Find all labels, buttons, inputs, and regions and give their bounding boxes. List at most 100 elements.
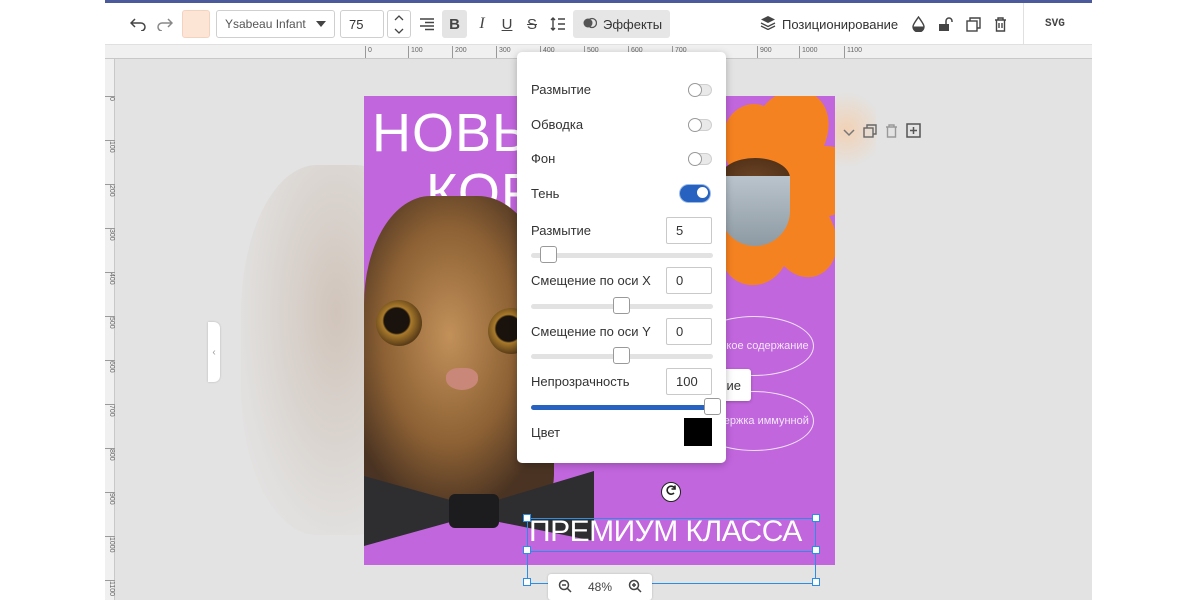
ruler-tick: 1100 — [105, 580, 115, 596]
strikethrough-button[interactable]: S — [521, 12, 543, 36]
ruler-tick: 1000 — [799, 46, 818, 58]
ruler-tick: 300 — [105, 228, 115, 241]
effects-label: Эффекты — [603, 16, 663, 32]
background-toggle[interactable] — [688, 151, 712, 166]
shadow-blur-slider[interactable] — [531, 246, 713, 263]
left-panel-toggle[interactable]: ‹ — [208, 322, 220, 382]
slider-knob[interactable] — [704, 398, 721, 415]
effects-icon — [583, 17, 598, 32]
italic-button[interactable]: I — [471, 12, 493, 36]
zoom-control: 48% — [548, 574, 652, 600]
effects-panel: Размытие Обводка Фон Тень Размытие 5 Сме… — [517, 52, 726, 463]
stroke-toggle[interactable] — [688, 117, 712, 132]
ruler-tick: 500 — [105, 316, 115, 329]
cat-nose — [446, 368, 478, 390]
svg-label: SVG — [1045, 18, 1065, 30]
rotate-handle[interactable] — [661, 482, 681, 502]
text-color-swatch[interactable] — [182, 10, 210, 38]
trash-icon[interactable] — [990, 12, 1010, 36]
effect-row-shadow: Тень — [531, 185, 712, 202]
chevron-down-icon — [316, 21, 326, 27]
layers-icon — [760, 15, 776, 33]
add-page-icon[interactable] — [906, 123, 921, 143]
font-size-input[interactable]: 75 — [340, 10, 384, 38]
trash-icon[interactable] — [885, 123, 898, 143]
resize-handle[interactable] — [812, 578, 820, 586]
ruler-tick: 200 — [452, 46, 467, 58]
editor-app: Ysabeau Infant 75 B I U S Эффекты Позици… — [105, 0, 1092, 600]
ruler-tick: 1000 — [105, 536, 115, 553]
effect-row-blur: Размытие — [531, 82, 712, 97]
toolbar: Ysabeau Infant 75 B I U S Эффекты Позици… — [105, 3, 1092, 45]
resize-handle[interactable] — [523, 578, 531, 586]
zoom-out-icon[interactable] — [558, 579, 572, 596]
outer-margin-right — [1092, 0, 1200, 600]
ruler-tick: 100 — [408, 46, 423, 58]
line-height-icon[interactable] — [547, 12, 569, 36]
align-right-icon[interactable] — [416, 12, 438, 36]
duplicate-icon[interactable] — [963, 12, 983, 36]
resize-handle[interactable] — [523, 546, 531, 554]
chevron-up-icon[interactable] — [388, 11, 410, 24]
ruler-tick: 0 — [365, 46, 372, 58]
opacity-slider[interactable] — [531, 398, 721, 415]
food-bowl — [720, 158, 790, 258]
slider-knob[interactable] — [613, 347, 630, 364]
duplicate-icon[interactable] — [863, 123, 877, 143]
effects-button[interactable]: Эффекты — [573, 10, 670, 38]
offset-y-input[interactable]: 0 — [666, 318, 712, 345]
opacity-drop-icon[interactable] — [908, 12, 928, 36]
shadow-blur-row: Размытие 5 — [531, 217, 712, 244]
selection-box — [527, 518, 816, 552]
ruler-tick: 700 — [105, 404, 115, 417]
chevron-down-icon[interactable] — [843, 124, 855, 142]
ruler-tick: 200 — [105, 184, 115, 197]
redo-icon[interactable] — [154, 12, 176, 36]
offset-y-slider[interactable] — [531, 347, 713, 364]
resize-handle[interactable] — [523, 514, 531, 522]
shadow-color-swatch[interactable] — [684, 418, 712, 446]
undo-icon[interactable] — [127, 12, 149, 36]
object-toolbar — [843, 123, 921, 143]
opacity-input[interactable]: 100 — [666, 368, 712, 395]
zoom-level: 48% — [587, 580, 613, 594]
resize-handle[interactable] — [812, 546, 820, 554]
opacity-row: Непрозрачность 100 — [531, 368, 712, 395]
ruler-tick: 900 — [757, 46, 772, 58]
vertical-ruler: 0 100 200 300 400 500 600 700 800 900 10… — [105, 59, 115, 600]
shadow-toggle[interactable] — [680, 185, 710, 202]
color-row: Цвет — [531, 418, 712, 446]
effect-row-stroke: Обводка — [531, 117, 712, 132]
offset-y-row: Смещение по оси Y 0 — [531, 318, 712, 345]
bold-icon: B — [449, 15, 460, 33]
chevron-down-icon[interactable] — [388, 24, 410, 37]
font-size-stepper[interactable] — [387, 10, 411, 38]
zoom-in-icon[interactable] — [628, 579, 642, 596]
ruler-tick: 1100 — [844, 46, 862, 58]
shadow-blur-input[interactable]: 5 — [666, 217, 712, 244]
offset-x-slider[interactable] — [531, 297, 713, 314]
background-label: Фон — [531, 151, 556, 166]
slider-knob[interactable] — [540, 246, 557, 263]
ruler-tick: 900 — [105, 492, 115, 505]
opacity-label: Непрозрачность — [531, 374, 630, 389]
font-family-select[interactable]: Ysabeau Infant — [216, 10, 335, 38]
stroke-label: Обводка — [531, 117, 584, 132]
offset-x-label: Смещение по оси X — [531, 273, 651, 288]
offset-x-row: Смещение по оси X 0 — [531, 267, 712, 294]
bold-button[interactable]: B — [442, 10, 467, 38]
svg-export-button[interactable]: SVG — [1045, 10, 1065, 38]
ruler-tick: 600 — [105, 360, 115, 373]
offset-x-input[interactable]: 0 — [666, 267, 712, 294]
outer-margin-left — [0, 0, 105, 600]
slider-knob[interactable] — [613, 297, 630, 314]
offset-y-label: Смещение по оси Y — [531, 324, 651, 339]
underline-button[interactable]: U — [496, 12, 518, 36]
font-family-value: Ysabeau Infant — [225, 17, 306, 31]
shadow-blur-label: Размытие — [531, 223, 592, 238]
blur-toggle[interactable] — [688, 82, 712, 97]
headline-line-1[interactable]: НОВЫ — [372, 104, 541, 162]
positioning-button[interactable]: Позиционирование — [760, 10, 898, 38]
unlock-icon[interactable] — [935, 12, 955, 36]
resize-handle[interactable] — [812, 514, 820, 522]
